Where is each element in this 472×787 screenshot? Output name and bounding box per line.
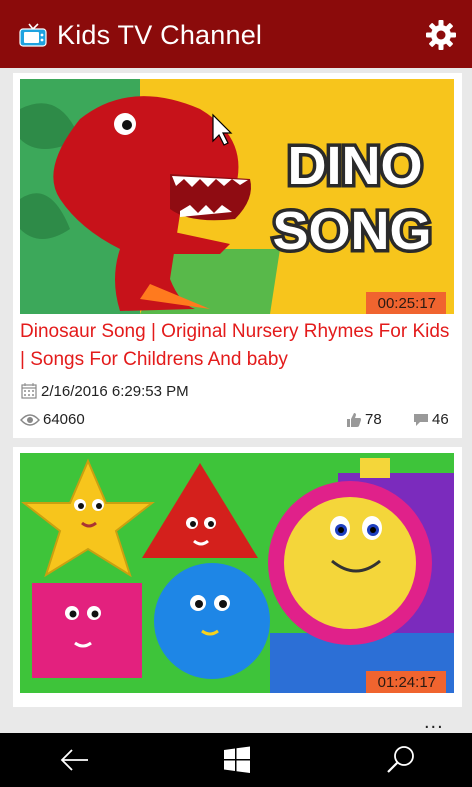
system-nav-bar xyxy=(0,733,472,787)
video-stats: 64060 78 46 xyxy=(20,411,456,433)
video-title[interactable]: Dinosaur Song | Original Nursery Rhymes … xyxy=(20,318,456,374)
app-header: Kids TV Channel xyxy=(0,0,472,68)
views-value: 64060 xyxy=(43,411,85,428)
thumbnail-title-line2: SONG xyxy=(272,201,431,261)
comments-value: 46 xyxy=(432,411,449,428)
comments-count[interactable]: 46 xyxy=(413,411,449,428)
calendar-icon xyxy=(21,383,37,399)
eye-icon xyxy=(20,413,40,426)
likes-count[interactable]: 78 xyxy=(346,411,382,428)
comment-icon xyxy=(414,413,428,426)
video-duration: 00:25:17 xyxy=(365,292,446,314)
thumbnail-title-line1: DINO xyxy=(288,136,423,196)
search-icon[interactable] xyxy=(384,743,418,777)
windows-start-icon[interactable] xyxy=(220,743,254,777)
video-card[interactable]: DINO SONG 00:25:17 Dinosaur Song | Origi… xyxy=(13,73,462,438)
video-thumbnail[interactable]: 01:24:17 xyxy=(20,453,454,693)
thumbs-up-icon xyxy=(347,412,361,427)
dinosaur-thumbnail-image: DINO SONG xyxy=(20,79,454,314)
video-date: 2/16/2016 6:29:53 PM xyxy=(41,382,189,400)
video-card[interactable]: 01:24:17 xyxy=(13,447,462,707)
gear-icon[interactable] xyxy=(424,18,458,52)
views-count: 64060 xyxy=(20,411,85,428)
video-duration: 01:24:17 xyxy=(365,671,446,693)
more-options-button[interactable]: ... xyxy=(424,711,444,734)
tv-icon xyxy=(19,23,47,47)
video-date-row: 2/16/2016 6:29:53 PM xyxy=(20,382,189,400)
page-title: Kids TV Channel xyxy=(57,20,263,50)
shapes-thumbnail-image xyxy=(20,453,454,693)
app-bar: ... xyxy=(0,707,472,733)
video-thumbnail[interactable]: DINO SONG 00:25:17 xyxy=(20,79,454,314)
likes-value: 78 xyxy=(365,411,382,428)
back-arrow-icon[interactable] xyxy=(58,743,92,777)
